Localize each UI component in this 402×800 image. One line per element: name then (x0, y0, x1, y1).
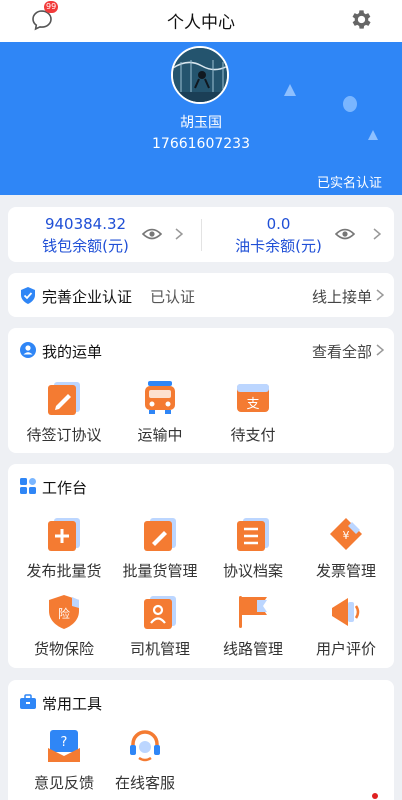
workbench-item-label: 发票管理 (315, 562, 376, 580)
fuel-balance-value: 0.0 (266, 215, 291, 233)
agreement-archive-icon (237, 518, 269, 551)
wallet-balance-label: 钱包余额(元) (42, 237, 129, 255)
svg-text:险: 险 (58, 606, 70, 621)
balance-card: 940384.32 钱包余额(元) 0.0 油卡余额(元) (8, 207, 394, 262)
notification-dot (372, 793, 378, 799)
workbench-driver-manage[interactable]: 司机管理 (112, 594, 208, 664)
fuel-card-balance[interactable]: 0.0 油卡余额(元) (201, 207, 394, 262)
insurance-icon: 险 (49, 595, 79, 629)
common-tools-card: 常用工具 ? 意见反馈 在线客服 (8, 680, 394, 800)
pay-icon: 支 (237, 384, 269, 412)
workbench-item-label: 货物保险 (33, 640, 94, 658)
online-order-link[interactable]: 线上接单 (312, 286, 372, 307)
avatar[interactable] (171, 46, 229, 104)
verified-label[interactable]: 已实名认证 (317, 172, 382, 191)
wallet-balance[interactable]: 940384.32 钱包余额(元) (8, 207, 201, 262)
workbench-publish-cargo[interactable]: 发布批量货 (16, 516, 112, 586)
toolbox-icon (20, 694, 36, 709)
waybill-item-label: 运输中 (137, 426, 183, 444)
rating-icon (332, 598, 360, 626)
page-title: 个人中心 (167, 13, 235, 33)
chevron-right-icon (175, 228, 183, 240)
gear-icon[interactable] (349, 7, 374, 32)
waybill-pending-sign[interactable]: 待签订协议 (16, 380, 112, 450)
enterprise-cert-card[interactable]: 完善企业认证 已认证 线上接单 (8, 273, 394, 317)
svg-text:?: ? (61, 735, 68, 750)
eye-icon[interactable] (335, 227, 355, 241)
cargo-manage-icon (144, 518, 176, 551)
bubble-decoration-icon (343, 96, 357, 112)
svg-text:¥: ¥ (343, 529, 350, 542)
chevron-right-icon (376, 344, 384, 356)
profile-header: 胡玉国 17661607233 已实名认证 (0, 42, 402, 195)
invoice-icon: ¥ (330, 518, 362, 550)
svg-text:支: 支 (246, 397, 259, 412)
chevron-right-icon (376, 289, 384, 301)
workbench-route-manage[interactable]: 线路管理 (205, 594, 301, 664)
tool-item-label: 在线客服 (114, 774, 175, 792)
feedback-icon: ? (48, 730, 80, 762)
fuel-balance-label: 油卡余额(元) (235, 237, 322, 255)
eye-icon[interactable] (142, 227, 162, 241)
view-all-link[interactable]: 查看全部 (312, 341, 372, 362)
workbench-agreement-archive[interactable]: 协议档案 (205, 516, 301, 586)
waybill-item-label: 待支付 (230, 426, 276, 444)
driver-icon (144, 596, 176, 629)
workbench-item-label: 线路管理 (222, 640, 283, 658)
publish-cargo-icon (48, 518, 80, 551)
shield-check-icon (21, 287, 35, 304)
truck-icon (145, 381, 175, 414)
workbench-item-label: 用户评价 (315, 640, 376, 658)
workbench-item-label: 协议档案 (222, 562, 283, 580)
waybill-item-label: 待签订协议 (26, 426, 102, 444)
chevron-right-icon (373, 228, 381, 240)
workbench-card: 工作台 发布批量货 批量货管理 协议档案 ¥ 发票管理 险 货物保险 司机管理 … (8, 464, 394, 668)
workbench-user-rating[interactable]: 用户评价 (298, 594, 394, 664)
workbench-insurance[interactable]: 险 货物保险 (16, 594, 112, 664)
grid-icon (20, 478, 36, 494)
top-bar: 99 个人中心 (0, 0, 402, 42)
sail-decoration-icon (368, 130, 378, 140)
workbench-title: 工作台 (42, 479, 88, 497)
route-flag-icon (239, 596, 267, 628)
sign-agreement-icon (48, 382, 80, 415)
sail-decoration-icon (284, 84, 296, 96)
wallet-balance-value: 940384.32 (44, 215, 127, 233)
waybill-pending-pay[interactable]: 支 待支付 (205, 380, 301, 450)
cert-label: 完善企业认证 (42, 288, 133, 306)
waybill-in-transit[interactable]: 运输中 (112, 380, 208, 450)
waybill-title: 我的运单 (42, 343, 103, 361)
workbench-cargo-manage[interactable]: 批量货管理 (112, 516, 208, 586)
tool-customer-service[interactable]: 在线客服 (97, 728, 193, 798)
user-name: 胡玉国 (180, 115, 222, 131)
workbench-item-label: 司机管理 (129, 640, 190, 658)
my-waybill-card: 我的运单 查看全部 待签订协议 运输中 支 待支付 (8, 328, 394, 453)
user-circle-icon (20, 342, 36, 358)
workbench-item-label: 批量货管理 (122, 562, 198, 580)
workbench-item-label: 发布批量货 (26, 562, 102, 580)
workbench-invoice[interactable]: ¥ 发票管理 (298, 516, 394, 586)
user-phone: 17661607233 (152, 136, 250, 152)
customer-service-icon (130, 730, 160, 762)
tools-title: 常用工具 (42, 695, 103, 713)
cert-status: 已认证 (150, 288, 196, 306)
